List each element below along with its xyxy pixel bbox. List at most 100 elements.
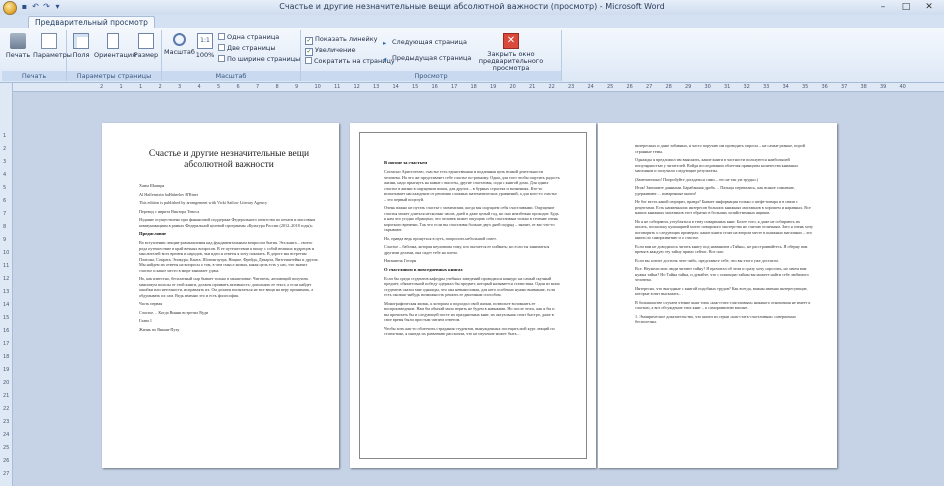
ruler-tick-label: 8 xyxy=(3,224,7,230)
body-paragraph: интересных и даже забавных, я часто пору… xyxy=(635,143,805,154)
prev-page-button[interactable]: ◂ Предыдущая страница xyxy=(383,54,471,63)
close-preview-label: Закрыть окно предварительного просмотра xyxy=(478,50,544,72)
two-pages-button[interactable]: Две страницы xyxy=(218,44,275,53)
ruler-tick-label: 36 xyxy=(821,84,828,90)
zoom-100-label: 100% xyxy=(195,51,215,59)
ruler-tick-label: 31 xyxy=(724,84,731,90)
ruler-tick-label: 40 xyxy=(899,84,906,90)
ruler-tick-label: 14 xyxy=(392,84,399,90)
ruler-tick-label: 1 xyxy=(3,133,7,139)
ruler-tick-label: 39 xyxy=(880,84,887,90)
ruler-tick-label: 14 xyxy=(3,302,10,308)
ruler-tick-label: 2 xyxy=(100,84,104,90)
front-matter-line: Перевод с иврита Виктора Тевоса xyxy=(139,208,200,214)
ruler-tick-label: 7 xyxy=(3,211,7,217)
close-window-icon[interactable]: ✕ xyxy=(918,1,940,13)
body-paragraph: Монографическая жизнь, к которым я подхо… xyxy=(384,300,555,323)
chapter-line: Глава 1 xyxy=(139,318,152,323)
ruler-tick-label: 20 xyxy=(509,84,516,90)
shrink-button[interactable]: Сократить на страницу xyxy=(305,57,395,66)
orientation-icon xyxy=(107,33,119,49)
print-button[interactable]: Печать xyxy=(4,33,32,59)
close-preview-button[interactable]: ✕ Закрыть окно предварительного просмотр… xyxy=(463,33,559,72)
orientation-label: Ориентация xyxy=(94,51,137,59)
ruler-tick-label: 1 xyxy=(139,84,143,90)
show-ruler-checkbox[interactable]: ✓ Показать линейку xyxy=(305,35,378,45)
front-matter-line: Хаим Шапира xyxy=(139,183,165,188)
ruler-tick-label: 21 xyxy=(529,84,536,90)
prev-page-label: Предыдущая страница xyxy=(392,54,472,62)
magnifier-checkbox[interactable]: ✓ Увеличение xyxy=(305,46,355,56)
ruler-tick-label: 17 xyxy=(3,341,10,347)
vertical-ruler[interactable]: 1 2 3 4 5 6 7 8 9 10 11 12 13 14 15 16 17 18 19 20 21 22 23 24 2… xyxy=(0,83,13,486)
body-paragraph: Очень важно не путать счастье с моментам… xyxy=(384,205,559,232)
body-paragraph: Интересно, что выгодные с книгой подобны… xyxy=(635,285,808,297)
page-setup-group: Поля Ориентация Размер Параметры страниц… xyxy=(67,30,162,81)
preview-group-label: Просмотр xyxy=(301,71,561,81)
ruler-tick-label: 28 xyxy=(665,84,672,90)
next-page-label: Следующая страница xyxy=(392,38,467,46)
zoom-button[interactable]: Масштаб xyxy=(164,33,195,56)
page-width-button[interactable]: По ширине страницы xyxy=(218,55,300,64)
maximize-icon[interactable]: □ xyxy=(895,1,917,13)
ruler-tick-label: 27 xyxy=(3,471,10,477)
body-paragraph: Если бы среди студентов кафедры учебных … xyxy=(384,275,560,298)
ruler-tick-label: 20 xyxy=(3,380,10,386)
page-1: Счастье и другие незначительные вещи абс… xyxy=(102,123,339,468)
ruler-tick-label: 5 xyxy=(217,84,221,90)
quote-author: Натаниель Готорн xyxy=(384,258,417,263)
ruler-tick-label: 8 xyxy=(275,84,279,90)
ruler-tick-label: 9 xyxy=(3,237,7,243)
body-paragraph: (Замечательно! Попробуйте догадаться сам… xyxy=(635,176,759,182)
title-bar: ▪ ↶ ↷ ▾ Счастье и другие незначительные … xyxy=(0,0,944,16)
print-params-button[interactable]: Параметры xyxy=(33,33,72,59)
minimize-icon[interactable]: – xyxy=(872,1,894,13)
margins-button[interactable]: Поля xyxy=(70,33,92,59)
ruler-tick-label: 29 xyxy=(685,84,692,90)
one-page-label: Одна страница xyxy=(227,33,280,41)
horizontal-ruler[interactable]: 2 1 1 2 3 4 5 6 7 8 9 10 11 12 13 14 15 16 17 18 19 20 21 22 23 2… xyxy=(12,83,944,92)
ruler-tick-label: 3 xyxy=(178,84,182,90)
print-group-label: Печать xyxy=(2,71,66,81)
ruler-tick-label: 30 xyxy=(704,84,711,90)
zoom-label: Масштаб xyxy=(164,48,195,56)
two-pages-label: Две страницы xyxy=(227,44,276,52)
page-width-icon xyxy=(218,55,225,62)
ruler-tick-label: 11 xyxy=(334,84,341,90)
zoom-100-button[interactable]: 1:1 100% xyxy=(195,33,215,59)
show-ruler-label: Показать линейку xyxy=(315,35,378,43)
ribbon-tabs: Предварительный просмотр xyxy=(0,15,944,29)
ruler-tick-label: 4 xyxy=(3,172,7,178)
ruler-tick-label: 5 xyxy=(3,185,7,191)
ruler-tick-label: 38 xyxy=(860,84,867,90)
document-title: Счастье и другие незначительные вещи абс… xyxy=(148,149,310,170)
ruler-tick-label: 10 xyxy=(3,250,10,256)
page1-heading: Предисловие xyxy=(139,231,167,236)
ruler-tick-label: 6 xyxy=(3,198,7,204)
body-paragraph: Но я не собираюсь углубляться в тему пов… xyxy=(635,218,814,241)
zoom-100-icon: 1:1 xyxy=(197,33,213,49)
size-button[interactable]: Размер xyxy=(133,33,159,59)
ruler-tick-label: 37 xyxy=(841,84,848,90)
page2-heading-2: О счастливом в повседневных книгах xyxy=(384,266,463,272)
params-icon xyxy=(41,33,57,49)
shrink-icon xyxy=(305,57,312,64)
ruler-tick-label: 33 xyxy=(763,84,770,90)
body-paragraph: Если вам не доводилось читать книгу под … xyxy=(635,243,808,255)
next-page-button[interactable]: ▸ Следующая страница xyxy=(383,38,467,47)
ruler-tick-label: 19 xyxy=(3,367,10,373)
ruler-tick-label: 21 xyxy=(3,393,10,399)
one-page-button[interactable]: Одна страница xyxy=(218,33,279,42)
orientation-button[interactable]: Ориентация xyxy=(94,33,136,59)
page-3: интересных и даже забавных, я часто пору… xyxy=(598,123,837,468)
printer-icon xyxy=(10,33,26,49)
ruler-tick-label: 13 xyxy=(3,289,10,295)
ruler-tick-label: 16 xyxy=(3,328,10,334)
ruler-tick-label: 35 xyxy=(802,84,809,90)
chapter-line: Жизнь по Винни-Пуху xyxy=(139,326,180,332)
ruler-tick-label: 27 xyxy=(646,84,653,90)
size-label: Размер xyxy=(133,51,159,59)
ruler-tick-label: 25 xyxy=(3,445,10,451)
front-matter-line: This edition is published by arrangement… xyxy=(139,200,268,205)
body-paragraph: Во вступлении лекции-размышления над фун… xyxy=(139,240,319,273)
